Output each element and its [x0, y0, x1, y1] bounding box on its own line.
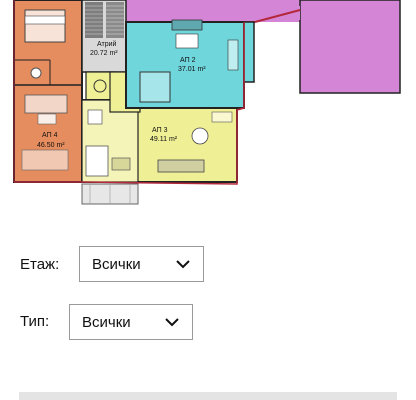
chevron-down-icon: [164, 314, 180, 330]
room-ap3-area: 49.11 m²: [150, 136, 178, 143]
room-ap2-name: АП 2: [180, 57, 196, 64]
bottom-panel-edge: [19, 392, 397, 400]
room-atrium-name: Атрий: [97, 40, 117, 48]
pink-terrace-right: [299, 0, 401, 94]
room-ap2-area: 37.01 m²: [178, 66, 206, 73]
type-select[interactable]: Всички: [69, 304, 193, 340]
floor-filter-label: Етаж:: [20, 256, 60, 273]
room-ap4-name: АП 4: [42, 132, 58, 139]
type-filter-label: Тип:: [20, 313, 50, 330]
floor-plan-drawing[interactable]: АП 4 46.50 m² Атрий 20.72 m² АП 3 49.11 …: [0, 0, 416, 215]
room-atrium-area: 20.72 m²: [90, 50, 118, 57]
room-ap3-name: АП 3: [152, 127, 168, 134]
room-ap4-area: 46.50 m²: [37, 142, 65, 149]
floor-select-value: Всички: [92, 255, 141, 273]
floor-plan[interactable]: АП 4 46.50 m² Атрий 20.72 m² АП 3 49.11 …: [0, 0, 416, 215]
chevron-down-icon: [175, 256, 191, 272]
type-select-value: Всички: [82, 313, 131, 331]
floor-select[interactable]: Всички: [79, 246, 204, 282]
